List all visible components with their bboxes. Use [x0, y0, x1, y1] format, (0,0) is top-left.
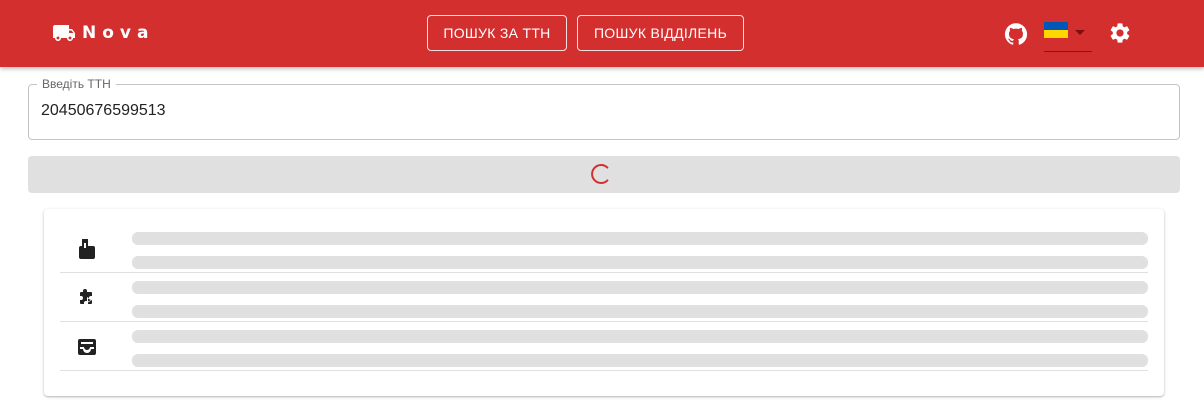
skeleton-line — [132, 256, 1148, 269]
brand-name: Nova — [82, 23, 155, 43]
list-item — [60, 224, 1148, 273]
chevron-down-icon — [1075, 30, 1085, 35]
skeleton-line — [132, 354, 1148, 367]
list-item — [60, 273, 1148, 322]
language-select[interactable] — [1044, 18, 1092, 52]
skeleton-line — [132, 305, 1148, 318]
list-item — [60, 322, 1148, 371]
inbox-tray-icon — [78, 339, 96, 355]
branch-search-button[interactable]: ПОШУК ВІДДІЛЕНЬ — [577, 15, 744, 51]
parcel-details-card — [44, 209, 1164, 396]
skeleton-line — [132, 281, 1148, 294]
ttn-search-button[interactable]: ПОШУК ЗА ТТН — [427, 15, 567, 51]
truck-icon — [53, 25, 75, 41]
app-bar: Nova ПОШУК ЗА ТТН ПОШУК ВІДДІЛЕНЬ — [0, 0, 1204, 67]
github-icon[interactable] — [1004, 22, 1028, 46]
extension-play-icon — [80, 289, 92, 304]
skeleton-line — [132, 232, 1148, 245]
ukraine-flag-icon — [1044, 22, 1068, 38]
ttn-field-label: Введіть ТТН — [37, 77, 116, 91]
loading-bar — [28, 156, 1180, 193]
ttn-input[interactable] — [41, 102, 1161, 120]
settings-icon[interactable] — [1108, 21, 1132, 45]
skeleton-line — [132, 330, 1148, 343]
brand[interactable]: Nova — [52, 21, 154, 45]
ttn-field[interactable]: Введіть ТТН — [28, 77, 1180, 140]
parcel-icon — [79, 239, 95, 259]
loading-spinner-icon — [591, 164, 609, 184]
